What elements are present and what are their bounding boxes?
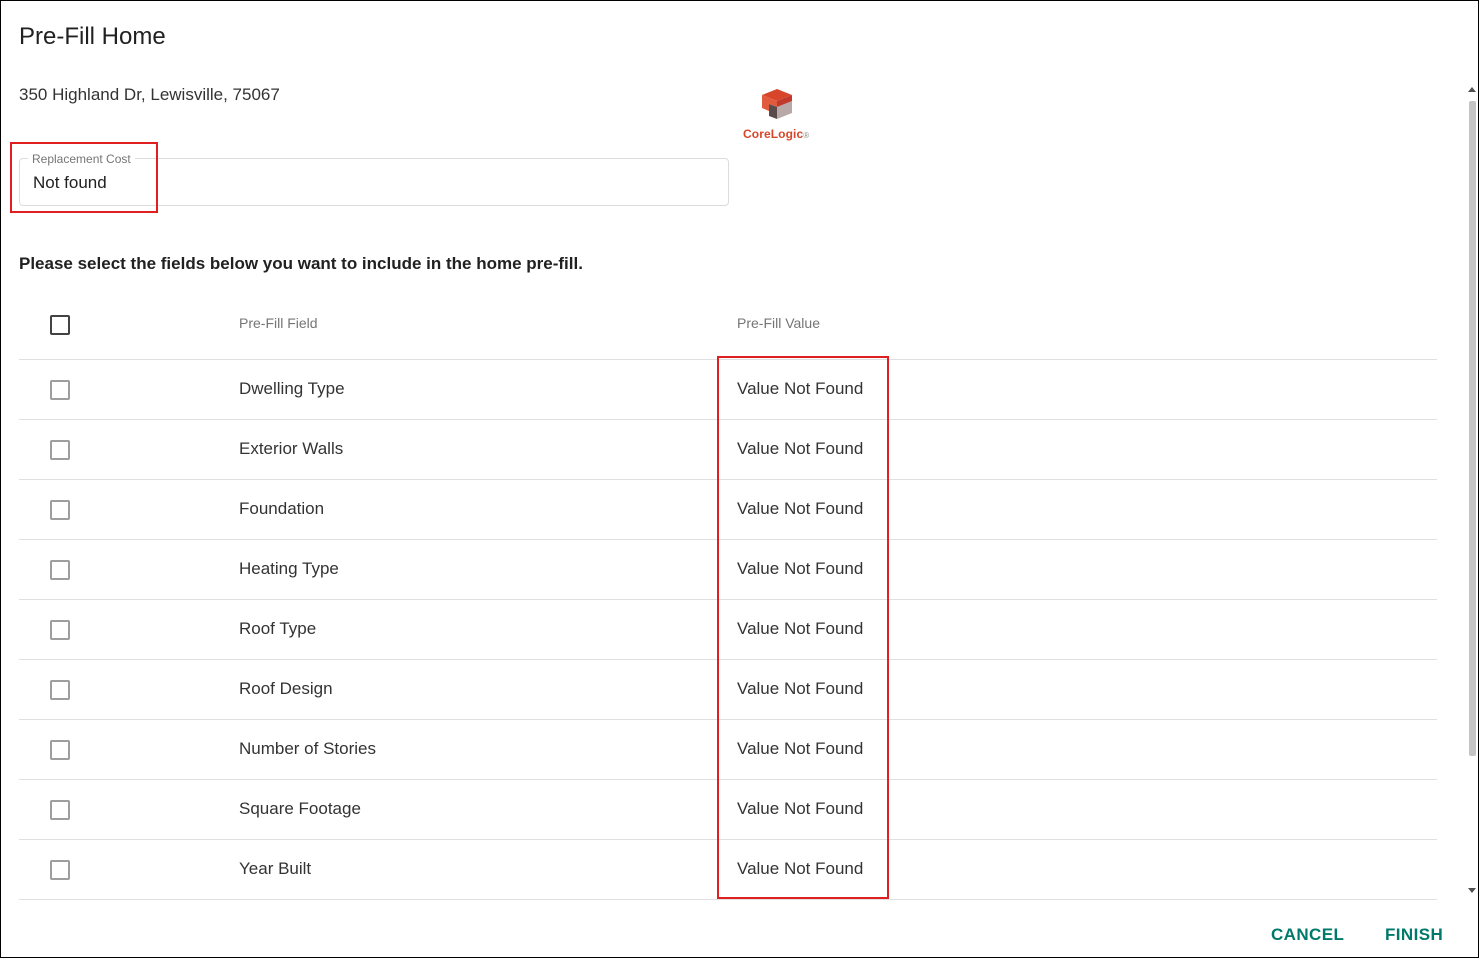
table-row: Roof Type Value Not Found (19, 600, 1437, 660)
row-checkbox-year-built[interactable] (50, 860, 70, 880)
field-value: Value Not Found (737, 739, 864, 758)
field-name: Number of Stories (239, 739, 376, 758)
table-row: Number of Stories Value Not Found (19, 720, 1437, 780)
pre-fill-home-dialog: Pre-Fill Home 350 Highland Dr, Lewisvill… (0, 0, 1479, 958)
property-address: 350 Highland Dr, Lewisville, 75067 (19, 85, 280, 104)
field-value: Value Not Found (737, 559, 864, 578)
field-value: Value Not Found (737, 679, 864, 698)
row-checkbox-square-footage[interactable] (50, 800, 70, 820)
row-checkbox-roof-design[interactable] (50, 680, 70, 700)
pre-fill-table: Pre-Fill Field Pre-Fill Value Dwelling T… (19, 293, 1437, 900)
field-name: Square Footage (239, 799, 361, 818)
row-checkbox-dwelling-type[interactable] (50, 380, 70, 400)
field-name: Roof Type (239, 619, 317, 638)
row-checkbox-number-of-stories[interactable] (50, 740, 70, 760)
row-checkbox-roof-type[interactable] (50, 620, 70, 640)
field-value: Value Not Found (737, 859, 864, 878)
field-value: Value Not Found (737, 799, 864, 818)
corelogic-logo: CoreLogic® (743, 89, 815, 145)
corelogic-cube-icon (762, 89, 792, 119)
select-all-checkbox[interactable] (50, 315, 70, 335)
scroll-down-arrow-icon[interactable] (1468, 888, 1476, 893)
field-name: Dwelling Type (239, 379, 345, 398)
field-value: Value Not Found (737, 439, 864, 458)
dialog-title: Pre-Fill Home (19, 23, 166, 50)
table-row: Roof Design Value Not Found (19, 660, 1437, 720)
field-value: Value Not Found (737, 379, 864, 398)
corelogic-logo-text: CoreLogic® (743, 127, 810, 141)
replacement-cost-value: Not found (33, 173, 107, 192)
field-name: Year Built (239, 859, 312, 878)
column-header-field: Pre-Fill Field (239, 315, 318, 331)
cancel-button[interactable]: CANCEL (1271, 925, 1344, 945)
table-row: Dwelling Type Value Not Found (19, 360, 1437, 420)
replacement-cost-label: Replacement Cost (28, 152, 135, 166)
row-checkbox-exterior-walls[interactable] (50, 440, 70, 460)
replacement-cost-field[interactable]: Replacement Cost Not found (19, 152, 729, 206)
table-row: Heating Type Value Not Found (19, 540, 1437, 600)
row-checkbox-foundation[interactable] (50, 500, 70, 520)
vertical-scrollbar[interactable] (1466, 83, 1478, 901)
column-header-value: Pre-Fill Value (737, 315, 820, 331)
field-name: Roof Design (239, 679, 333, 698)
scroll-up-arrow-icon[interactable] (1468, 87, 1476, 92)
field-name: Exterior Walls (239, 439, 344, 458)
scroll-thumb[interactable] (1469, 101, 1476, 756)
table-row: Exterior Walls Value Not Found (19, 420, 1437, 480)
field-name: Foundation (239, 499, 325, 518)
field-value: Value Not Found (737, 499, 864, 518)
instructions-text: Please select the fields below you want … (19, 254, 583, 273)
finish-button[interactable]: FINISH (1385, 925, 1443, 945)
field-name: Heating Type (239, 559, 339, 578)
table-row: Square Footage Value Not Found (19, 780, 1437, 840)
row-checkbox-heating-type[interactable] (50, 560, 70, 580)
table-row: Foundation Value Not Found (19, 480, 1437, 540)
field-value: Value Not Found (737, 619, 864, 638)
table-row: Year Built Value Not Found (19, 840, 1437, 900)
table-header-row: Pre-Fill Field Pre-Fill Value (19, 293, 1437, 360)
